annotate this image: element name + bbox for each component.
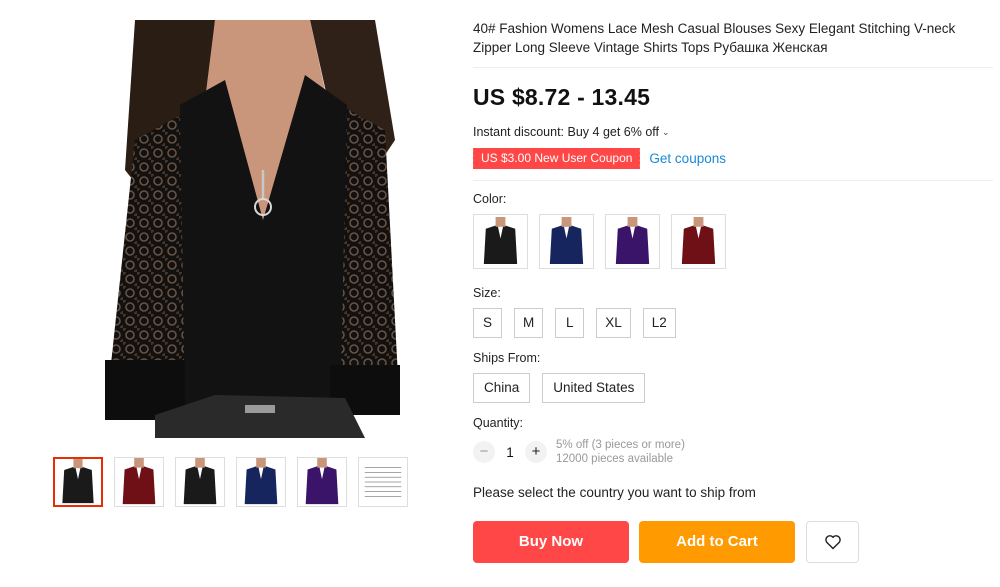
thumbnail-black-2[interactable] (175, 457, 225, 507)
buy-now-button[interactable]: Buy Now (473, 521, 629, 563)
stock-available: 12000 pieces available (556, 453, 674, 465)
thumbnail-navy[interactable] (236, 457, 286, 507)
product-title: 40# Fashion Womens Lace Mesh Casual Blou… (473, 21, 956, 55)
wishlist-button[interactable] (806, 521, 859, 563)
main-product-image[interactable] (95, 20, 405, 438)
quantity-meta: 5% off (3 pieces or more) 12000 pieces a… (556, 438, 685, 466)
price-range: US $8.72 - 13.45 (473, 84, 651, 110)
ships-from-label: Ships From: (473, 351, 541, 365)
shipping-note: Please select the country you want to sh… (473, 485, 756, 500)
quantity-stepper: − 1 + 5% off (3 pieces or more) 12000 pi… (473, 438, 993, 466)
heart-icon (824, 535, 841, 550)
add-to-cart-button[interactable]: Add to Cart (639, 521, 795, 563)
thumbnail-size-chart[interactable] (358, 457, 408, 507)
size-label: Size: (473, 286, 501, 300)
decrease-quantity-button[interactable]: − (473, 441, 495, 463)
size-options: S M L XL L2 (473, 308, 993, 338)
thumbnail-purple[interactable] (297, 457, 347, 507)
thumbnail-black[interactable] (53, 457, 103, 507)
chevron-down-icon: ⌄ (662, 126, 670, 137)
instant-discount[interactable]: Instant discount: Buy 4 get 6% off ⌄ (473, 125, 993, 139)
color-swatch-navy[interactable] (539, 214, 594, 269)
color-swatch-wine[interactable] (671, 214, 726, 269)
color-swatch-purple[interactable] (605, 214, 660, 269)
increase-quantity-button[interactable]: + (525, 441, 547, 463)
ships-from-china[interactable]: China (473, 373, 531, 403)
size-option-s[interactable]: S (473, 308, 502, 338)
action-buttons: Buy Now Add to Cart (473, 521, 993, 563)
color-swatch-black[interactable] (473, 214, 528, 269)
size-option-xl[interactable]: XL (596, 308, 631, 338)
product-info-panel: 40# Fashion Womens Lace Mesh Casual Blou… (470, 19, 993, 563)
instant-discount-text: Instant discount: Buy 4 get 6% off (473, 125, 659, 139)
quantity-value[interactable]: 1 (495, 445, 525, 460)
size-option-l[interactable]: L (555, 308, 585, 338)
color-swatches (473, 214, 993, 269)
thumbnail-wine[interactable] (114, 457, 164, 507)
size-option-l2[interactable]: L2 (642, 308, 676, 338)
divider (473, 180, 993, 181)
coupon-row: US $3.00 New User Coupon Get coupons (470, 148, 993, 169)
quantity-label: Quantity: (473, 416, 524, 430)
ships-from-united-states[interactable]: United States (542, 373, 646, 403)
color-label: Color: (473, 192, 507, 206)
bulk-discount-note: 5% off (3 pieces or more) (556, 439, 685, 451)
thumbnail-strip (53, 457, 408, 507)
get-coupons-link[interactable]: Get coupons (649, 151, 726, 166)
size-option-m[interactable]: M (514, 308, 544, 338)
divider (473, 67, 993, 68)
new-user-coupon-badge: US $3.00 New User Coupon (470, 148, 641, 169)
ships-from-options: China United States (473, 373, 993, 403)
